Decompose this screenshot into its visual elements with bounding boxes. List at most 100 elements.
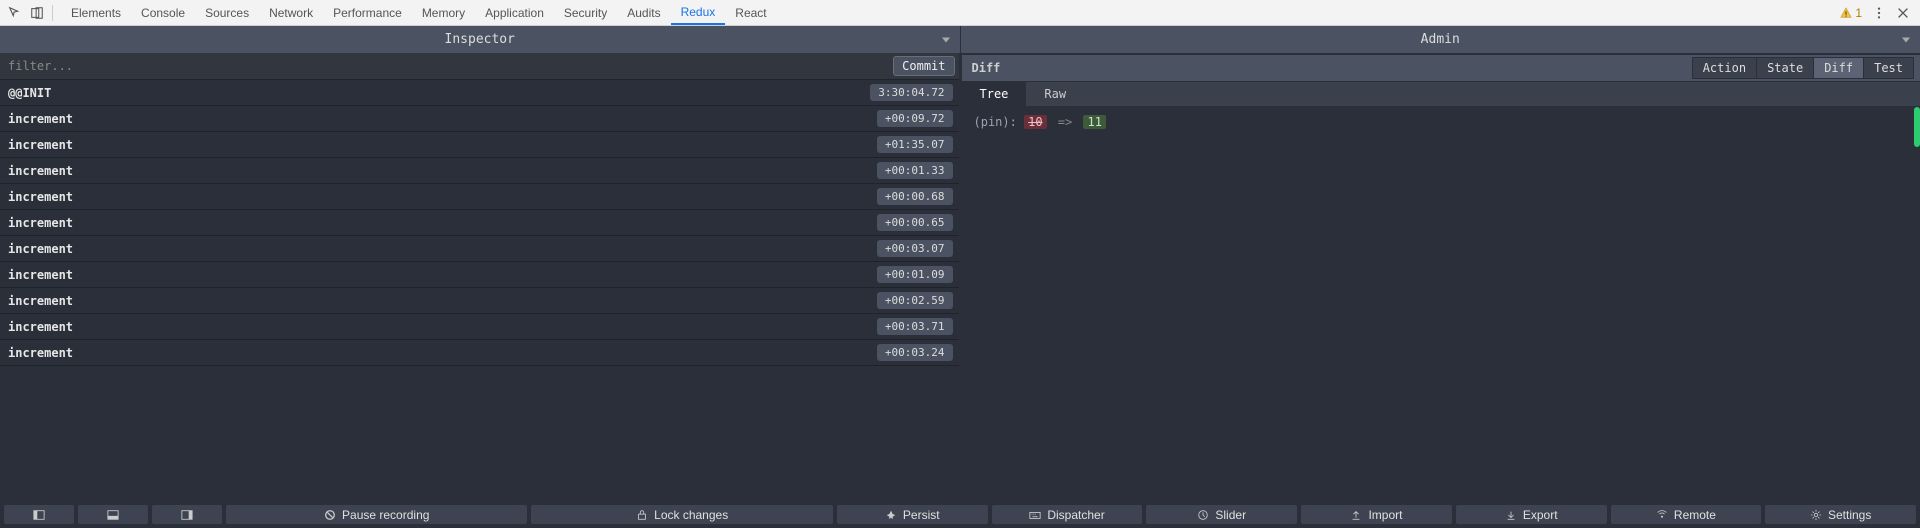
- upload-icon: [1350, 509, 1362, 521]
- segment-state[interactable]: State: [1756, 57, 1814, 79]
- commit-button[interactable]: Commit: [893, 56, 954, 76]
- import-button[interactable]: Import: [1301, 505, 1452, 524]
- devtools-tab-application[interactable]: Application: [475, 0, 554, 25]
- pin-icon: [885, 509, 897, 521]
- action-time: +00:03.07: [877, 240, 953, 257]
- action-time: +00:03.71: [877, 318, 953, 335]
- diff-key: (pin):: [974, 115, 1017, 129]
- segment-diff[interactable]: Diff: [1813, 57, 1864, 79]
- devtools-tab-react[interactable]: React: [725, 0, 776, 25]
- antenna-icon: [1656, 509, 1668, 521]
- redux-devtools-root: Inspector Admin Commit @@INIT3:30:04.72i…: [0, 26, 1920, 528]
- action-name: increment: [8, 320, 73, 334]
- dispatcher-button[interactable]: Dispatcher: [992, 505, 1143, 524]
- pause-recording-button[interactable]: Pause recording: [226, 505, 527, 524]
- action-row[interactable]: increment+00:01.09: [0, 262, 959, 288]
- download-icon: [1505, 509, 1517, 521]
- warning-icon: [1839, 6, 1853, 20]
- action-row[interactable]: increment +00:03.07: [0, 236, 959, 262]
- gear-icon: [1810, 509, 1822, 521]
- action-time: +00:02.59: [877, 292, 953, 309]
- action-name: increment: [8, 242, 73, 256]
- devtools-tab-security[interactable]: Security: [554, 0, 617, 25]
- action-row[interactable]: increment +00:00.68: [0, 184, 959, 210]
- devtools-tab-sources[interactable]: Sources: [195, 0, 259, 25]
- devtools-tab-memory[interactable]: Memory: [412, 0, 475, 25]
- scroll-indicator: [1914, 107, 1920, 147]
- devtools-tab-console[interactable]: Console: [131, 0, 195, 25]
- lock-changes-label: Lock changes: [654, 508, 728, 522]
- settings-label: Settings: [1828, 508, 1871, 522]
- devtools-tab-redux[interactable]: Redux: [671, 0, 726, 25]
- admin-header[interactable]: Admin: [961, 26, 1920, 53]
- action-name: increment: [8, 346, 73, 360]
- action-time: +00:01.09: [877, 266, 953, 283]
- lock-changes-button[interactable]: Lock changes: [531, 505, 832, 524]
- window-left-button[interactable]: [4, 505, 74, 524]
- action-row[interactable]: increment +00:03.71: [0, 314, 959, 340]
- keyboard-icon: [1029, 509, 1041, 521]
- dispatcher-label: Dispatcher: [1047, 508, 1104, 522]
- pause-recording-label: Pause recording: [342, 508, 429, 522]
- diff-new-value: 11: [1083, 115, 1105, 129]
- export-button[interactable]: Export: [1456, 505, 1607, 524]
- action-name: @@INIT: [8, 86, 51, 100]
- action-row[interactable]: @@INIT3:30:04.72: [0, 80, 959, 106]
- slider-button[interactable]: Slider: [1146, 505, 1297, 524]
- devtools-tab-performance[interactable]: Performance: [323, 0, 412, 25]
- segment-action[interactable]: Action: [1692, 57, 1757, 79]
- devtools-tab-elements[interactable]: Elements: [61, 0, 131, 25]
- segment-test[interactable]: Test: [1863, 57, 1914, 79]
- action-row[interactable]: increment +00:01.33: [0, 158, 959, 184]
- action-list: @@INIT3:30:04.72increment+00:09.72increm…: [0, 80, 959, 503]
- close-icon[interactable]: [1896, 6, 1910, 20]
- action-time: +00:09.72: [877, 110, 953, 127]
- action-time: +01:35.07: [877, 136, 953, 153]
- window-right-button[interactable]: [152, 505, 222, 524]
- chevron-down-icon: [1902, 37, 1910, 42]
- export-label: Export: [1523, 508, 1558, 522]
- device-toggle-icon[interactable]: [30, 6, 44, 20]
- devtools-tab-network[interactable]: Network: [259, 0, 323, 25]
- panel-left-icon: [33, 509, 45, 521]
- diff-content: (pin): 10 => 11: [962, 107, 1920, 137]
- inspector-panel: Commit @@INIT3:30:04.72 increment +00:09.7…: [0, 53, 962, 503]
- filter-input[interactable]: [4, 56, 889, 76]
- action-time: +00:01.33: [877, 162, 953, 179]
- kebab-menu-icon[interactable]: [1872, 6, 1886, 20]
- diff-old-value: 10: [1024, 115, 1046, 129]
- remote-button[interactable]: Remote: [1611, 505, 1762, 524]
- action-row[interactable]: increment+00:00.65: [0, 210, 959, 236]
- inspect-icon[interactable]: [8, 6, 22, 20]
- admin-subheader: Diff ActionStateDiffTest: [962, 55, 1920, 82]
- view-tab-tree[interactable]: Tree: [962, 82, 1027, 106]
- view-tabs: TreeRaw: [962, 82, 1920, 107]
- view-tab-raw[interactable]: Raw: [1026, 82, 1084, 106]
- settings-button[interactable]: Settings: [1765, 505, 1916, 524]
- action-name: increment: [8, 164, 73, 178]
- action-row[interactable]: increment +00:03.24: [0, 340, 959, 366]
- window-bottom-button[interactable]: [78, 505, 148, 524]
- slider-label: Slider: [1215, 508, 1246, 522]
- action-name: increment: [8, 294, 73, 308]
- panel-headers: Inspector Admin: [0, 26, 1920, 53]
- action-time: +00:00.68: [877, 188, 953, 205]
- tab-divider: [52, 5, 53, 21]
- devtools-tab-audits[interactable]: Audits: [617, 0, 670, 25]
- persist-label: Persist: [903, 508, 940, 522]
- warnings-badge[interactable]: 1: [1839, 6, 1862, 20]
- inspector-header[interactable]: Inspector: [0, 26, 961, 53]
- lock-icon: [636, 509, 648, 521]
- action-row[interactable]: increment +00:09.72: [0, 106, 959, 132]
- import-label: Import: [1368, 508, 1402, 522]
- action-name: increment: [8, 112, 73, 126]
- filter-row: Commit: [0, 53, 959, 80]
- action-row[interactable]: increment+01:35.07: [0, 132, 959, 158]
- action-time: +00:03.24: [877, 344, 953, 361]
- persist-button[interactable]: Persist: [837, 505, 988, 524]
- action-row[interactable]: increment +00:02.59: [0, 288, 959, 314]
- stop-icon: [324, 509, 336, 521]
- chevron-down-icon: [942, 37, 950, 42]
- action-name: increment: [8, 216, 73, 230]
- action-name: increment: [8, 190, 73, 204]
